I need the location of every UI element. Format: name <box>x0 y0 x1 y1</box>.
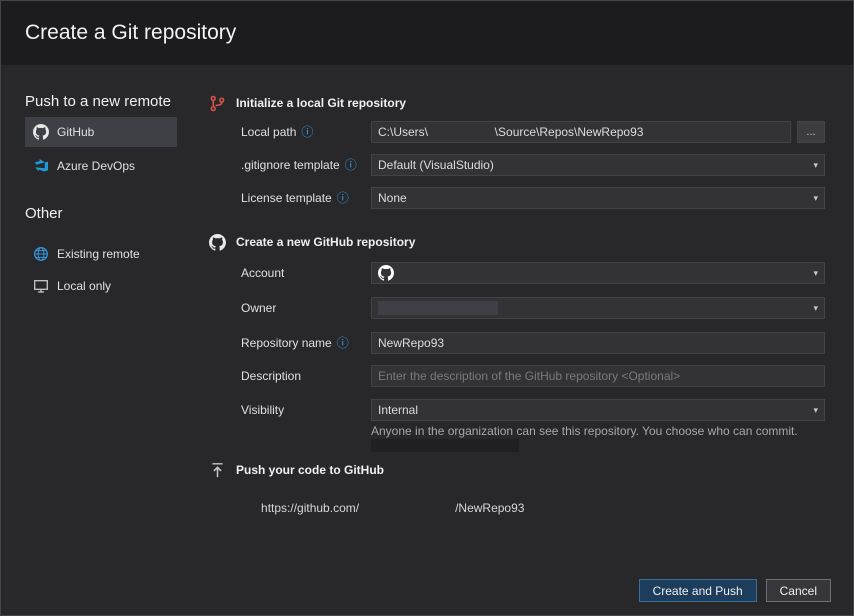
sidebar-item-local-only[interactable]: Local only <box>25 271 177 301</box>
create-and-push-button[interactable]: Create and Push <box>639 579 757 602</box>
sidebar-item-label: Local only <box>57 279 111 293</box>
info-icon[interactable]: ⓘ <box>337 192 349 204</box>
github-icon <box>209 234 226 251</box>
gitignore-template-label: .gitignore template <box>241 158 340 172</box>
account-avatar <box>378 265 394 281</box>
visibility-label: Visibility <box>241 403 284 417</box>
dropdown-value: Internal <box>378 403 418 417</box>
git-branch-icon <box>209 95 226 112</box>
chevron-down-icon: ▾ <box>813 268 818 279</box>
push-section-header: Push your code to GitHub <box>209 460 384 480</box>
sidebar-item-azure-devops[interactable]: Azure DevOps <box>25 151 177 181</box>
globe-icon <box>33 246 49 262</box>
description-label: Description <box>241 369 301 383</box>
info-icon[interactable]: ⓘ <box>337 337 349 349</box>
owner-label: Owner <box>241 301 276 315</box>
sidebar-item-existing-remote[interactable]: Existing remote <box>25 239 177 269</box>
sidebar-item-label: GitHub <box>57 125 94 139</box>
url-suffix: /NewRepo93 <box>455 501 524 515</box>
sidebar-item-github[interactable]: GitHub <box>25 117 177 147</box>
chevron-down-icon: ▾ <box>813 303 818 314</box>
section-title: Push your code to GitHub <box>236 463 384 477</box>
local-path-input[interactable] <box>371 121 791 143</box>
local-path-label: Local path <box>241 125 296 139</box>
license-template-dropdown[interactable]: None ▾ <box>371 187 825 209</box>
visibility-dropdown[interactable]: Internal ▾ <box>371 399 825 421</box>
dropdown-value: None <box>378 191 407 205</box>
redacted-owner-value <box>378 301 498 315</box>
computer-icon <box>33 278 49 294</box>
azure-devops-icon <box>33 158 49 174</box>
github-icon <box>33 124 49 140</box>
sidebar-item-label: Azure DevOps <box>57 159 135 173</box>
visibility-helper-text: Anyone in the organization can see this … <box>371 424 825 438</box>
dialog-footer: Create and Push Cancel <box>639 579 831 602</box>
chevron-down-icon: ▾ <box>813 160 818 171</box>
info-icon[interactable]: ⓘ <box>301 126 313 138</box>
section-title: Initialize a local Git repository <box>236 96 406 110</box>
repository-url: https://github.com/ /NewRepo93 <box>241 487 524 529</box>
license-template-label: License template <box>241 191 332 205</box>
create-git-repo-dialog: Create a Git repository Push to a new re… <box>0 0 854 616</box>
other-heading: Other <box>25 205 63 222</box>
main-panel: Initialize a local Git repository Local … <box>209 1 825 615</box>
owner-dropdown[interactable]: ▾ <box>371 297 825 319</box>
account-dropdown[interactable]: ▾ <box>371 262 825 284</box>
section-title: Create a new GitHub repository <box>236 235 415 249</box>
info-icon[interactable]: ⓘ <box>345 159 357 171</box>
dropdown-value: Default (VisualStudio) <box>378 158 494 172</box>
init-section-header: Initialize a local Git repository <box>209 93 406 113</box>
sidebar-item-label: Existing remote <box>57 247 140 261</box>
github-section-header: Create a new GitHub repository <box>209 232 415 252</box>
push-remote-heading: Push to a new remote <box>25 93 171 110</box>
cancel-button[interactable]: Cancel <box>766 579 831 602</box>
browse-button[interactable]: ... <box>797 121 825 143</box>
redacted-text-area <box>371 439 519 452</box>
account-label: Account <box>241 266 284 280</box>
gitignore-template-dropdown[interactable]: Default (VisualStudio) ▾ <box>371 154 825 176</box>
push-arrow-icon <box>209 462 226 479</box>
dialog-title: Create a Git repository <box>25 21 236 45</box>
repository-name-input[interactable] <box>371 332 825 354</box>
chevron-down-icon: ▾ <box>813 405 818 416</box>
repository-name-label: Repository name <box>241 336 332 350</box>
url-prefix: https://github.com/ <box>261 501 359 515</box>
chevron-down-icon: ▾ <box>813 193 818 204</box>
description-input[interactable] <box>371 365 825 387</box>
